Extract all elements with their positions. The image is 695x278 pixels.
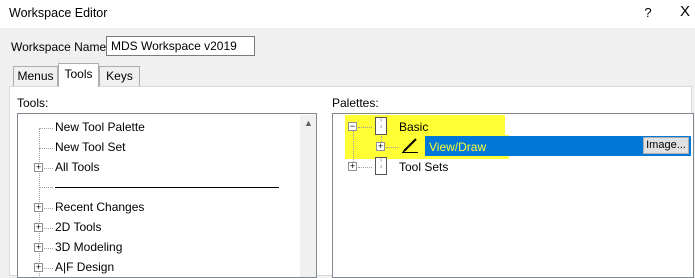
palettes-item-basic[interactable]: Basic bbox=[399, 120, 428, 134]
workspace-name-input[interactable] bbox=[106, 36, 255, 56]
tree-branch bbox=[358, 167, 372, 168]
expand-icon[interactable]: + bbox=[34, 243, 43, 252]
tree-branch bbox=[44, 268, 53, 269]
close-button[interactable]: X bbox=[680, 3, 695, 23]
help-button[interactable]: ? bbox=[640, 5, 656, 23]
tree-branch bbox=[39, 128, 53, 129]
tree-branch bbox=[39, 187, 53, 188]
expand-icon[interactable]: + bbox=[34, 163, 43, 172]
tab-keys[interactable]: Keys bbox=[99, 66, 140, 86]
tab-tools[interactable]: Tools bbox=[58, 63, 99, 87]
expand-icon[interactable]: + bbox=[348, 162, 357, 171]
tools-item-3d-modeling[interactable]: 3D Modeling bbox=[55, 240, 122, 254]
expand-icon[interactable]: + bbox=[34, 263, 43, 272]
palettes-label: Palettes: bbox=[332, 96, 379, 110]
tree-branch bbox=[39, 148, 53, 149]
window-title: Workspace Editor bbox=[9, 6, 108, 20]
tools-item-new-tool-set[interactable]: New Tool Set bbox=[55, 140, 125, 154]
tools-label: Tools: bbox=[17, 96, 49, 110]
tree-branch bbox=[44, 248, 53, 249]
tools-tree[interactable]: New Tool Palette New Tool Set + All Tool… bbox=[17, 113, 317, 278]
tools-item-new-tool-palette[interactable]: New Tool Palette bbox=[55, 120, 145, 134]
palette-group-icon: ⁖ ⁖ bbox=[375, 117, 387, 135]
expand-icon[interactable]: + bbox=[376, 142, 385, 151]
expand-icon[interactable]: + bbox=[34, 223, 43, 232]
palettes-item-view-draw[interactable]: View/Draw bbox=[429, 140, 486, 154]
tab-menus[interactable]: Menus bbox=[13, 66, 58, 86]
pencil-icon bbox=[402, 138, 418, 153]
tool-sets-icon: ⁖ ⁖ bbox=[375, 157, 387, 175]
scroll-up-arrow-icon[interactable]: ▲ bbox=[300, 115, 316, 132]
tools-item-recent-changes[interactable]: Recent Changes bbox=[55, 200, 144, 214]
tree-branch bbox=[386, 147, 398, 148]
tools-scrollbar[interactable]: ▲ bbox=[300, 115, 316, 277]
tree-branch bbox=[44, 208, 53, 209]
tree-branch bbox=[358, 127, 372, 128]
tree-branch bbox=[44, 228, 53, 229]
tools-item-2d-tools[interactable]: 2D Tools bbox=[55, 220, 101, 234]
palettes-item-tool-sets[interactable]: Tool Sets bbox=[399, 160, 448, 174]
tree-branch bbox=[44, 168, 53, 169]
palettes-tree[interactable]: − ⁖ ⁖ Basic + View/Draw Image... + ⁖ ⁖ Too… bbox=[332, 113, 694, 278]
tools-item-all-tools[interactable]: All Tools bbox=[55, 160, 99, 174]
image-button[interactable]: Image... bbox=[643, 137, 689, 154]
workspace-name-label: Workspace Name: bbox=[11, 40, 110, 54]
collapse-icon[interactable]: − bbox=[348, 122, 357, 131]
separator-line bbox=[55, 187, 279, 188]
expand-icon[interactable]: + bbox=[34, 203, 43, 212]
